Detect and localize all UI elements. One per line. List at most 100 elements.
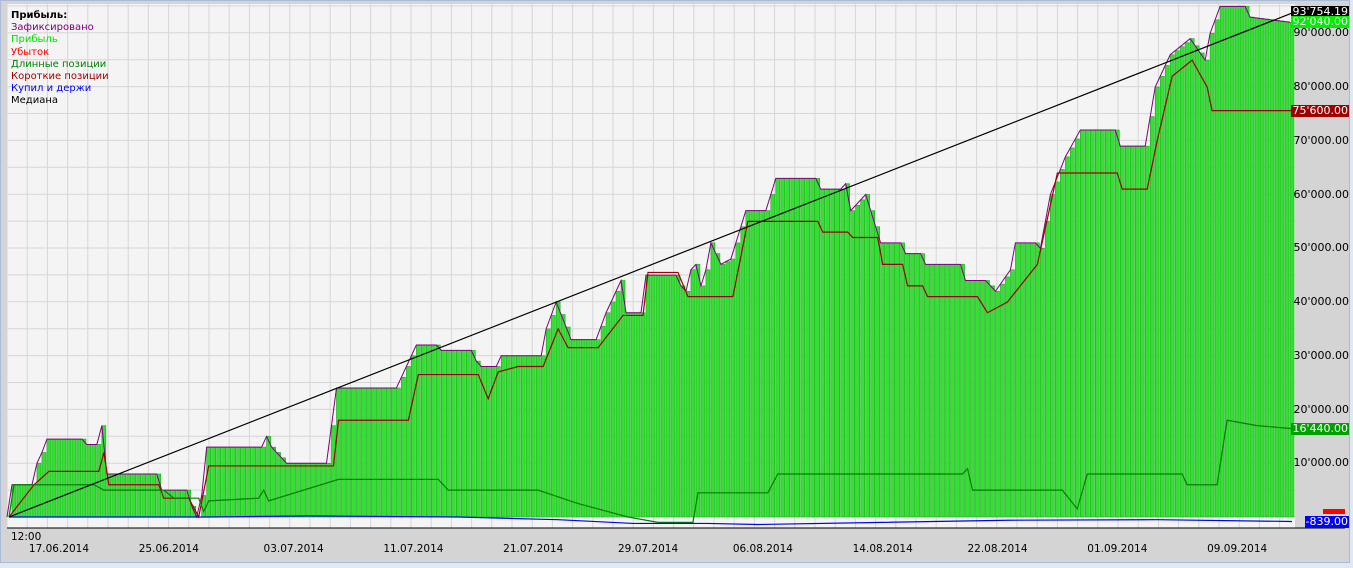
- profit-bar: [865, 194, 870, 518]
- profit-bar: [406, 366, 411, 518]
- profit-bar: [500, 355, 506, 518]
- legend-item: Убыток: [11, 46, 50, 58]
- profit-bar: [950, 264, 955, 518]
- profit-bar: [755, 210, 761, 518]
- profit-bar: [276, 452, 281, 518]
- profit-bar: [51, 438, 57, 518]
- profit-bar: [835, 188, 841, 518]
- profit-bar: [680, 285, 686, 518]
- profit-bar: [590, 339, 596, 518]
- profit-bar: [1134, 145, 1140, 518]
- y-tick-label: 80'000.00: [1293, 80, 1349, 93]
- profit-bar: [495, 366, 501, 518]
- profit-bar: [1279, 20, 1285, 518]
- profit-bar: [725, 261, 731, 518]
- profit-bar: [81, 438, 87, 518]
- profit-bar: [236, 446, 241, 518]
- profit-bar: [710, 242, 716, 518]
- profit-bar: [221, 446, 226, 518]
- profit-bar: [800, 178, 806, 518]
- profit-bar: [181, 489, 187, 518]
- profit-bar: [895, 242, 900, 518]
- profit-bar: [735, 242, 741, 518]
- profit-bar: [575, 339, 581, 518]
- x-tick-label: 21.07.2014: [503, 543, 564, 555]
- profit-bar: [525, 355, 531, 518]
- profit-bar: [775, 178, 781, 518]
- profit-bar: [416, 344, 421, 518]
- legend-title: Прибыль:: [11, 10, 68, 21]
- profit-bar: [655, 274, 661, 518]
- profit-bar: [925, 264, 930, 518]
- x-tick-label: 09.09.2014: [1207, 543, 1268, 555]
- profit-bar: [341, 387, 346, 518]
- profit-bar: [446, 350, 451, 518]
- profit-bar: [670, 274, 676, 518]
- profit-bar: [371, 387, 376, 518]
- profit-bar: [750, 210, 756, 518]
- profit-bar: [935, 264, 940, 518]
- profit-bar: [1040, 247, 1045, 518]
- legend-item: Купил и держи: [11, 83, 92, 95]
- profit-bar: [136, 473, 142, 518]
- profit-bar: [860, 199, 865, 518]
- legend-item: Длинные позиции: [11, 58, 107, 70]
- profit-bar: [910, 253, 915, 518]
- profit-bar: [1164, 65, 1170, 518]
- profit-bar: [1085, 129, 1090, 518]
- profit-bar: [261, 446, 266, 518]
- x-tick-label: 14.08.2014: [852, 543, 913, 555]
- profit-bar: [46, 438, 52, 518]
- profit-bar: [560, 314, 566, 518]
- x-tick-label: 01.09.2014: [1087, 543, 1148, 555]
- equity-chart[interactable]: [0, 0, 1353, 568]
- x-tick-label: 06.08.2014: [732, 543, 793, 555]
- y-tick-label: 70'000.00: [1293, 133, 1349, 147]
- profit-bar: [1015, 242, 1020, 518]
- profit-bar: [421, 344, 426, 518]
- profit-bar: [1154, 86, 1160, 518]
- profit-bar: [1189, 38, 1195, 518]
- profit-bar: [1010, 269, 1015, 518]
- profit-bar: [146, 473, 152, 518]
- profit-bar: [246, 446, 251, 518]
- y-tick-label: 20'000.00: [1293, 402, 1349, 416]
- profit-bar: [915, 253, 920, 518]
- profit-bar: [1075, 138, 1080, 518]
- profit-bar: [765, 210, 771, 518]
- profit-bar: [805, 178, 811, 518]
- profit-bar: [900, 242, 905, 518]
- profit-bar: [366, 387, 371, 518]
- profit-bar: [565, 326, 571, 518]
- profit-bar: [1249, 16, 1255, 518]
- profit-bar: [960, 264, 965, 518]
- profit-bar: [615, 290, 621, 518]
- profit-bar: [176, 489, 182, 518]
- profit-bar: [71, 438, 77, 518]
- profit-bar: [640, 312, 646, 518]
- profit-bar: [850, 210, 855, 518]
- profit-bar: [376, 387, 381, 518]
- profit-bar: [1114, 129, 1120, 518]
- profit-bar: [451, 350, 456, 518]
- profit-bar: [510, 355, 516, 518]
- profit-bar: [271, 446, 276, 518]
- time-label: 12:00: [11, 531, 42, 543]
- legend-item: Короткие позиции: [11, 71, 109, 83]
- profit-bar: [281, 457, 286, 518]
- profit-bar: [880, 242, 885, 518]
- profit-bar: [700, 285, 706, 518]
- profit-bar: [286, 462, 291, 518]
- profit-bar: [695, 264, 701, 518]
- profit-bar: [121, 473, 127, 518]
- x-tick-label: 25.06.2014: [138, 543, 199, 555]
- profit-bar: [346, 387, 351, 518]
- x-tick-label: 29.07.2014: [618, 543, 679, 555]
- value-label: 92'040.00: [1291, 15, 1349, 28]
- profit-bar: [1244, 6, 1250, 518]
- profit-bar: [216, 446, 221, 518]
- profit-bar: [1099, 129, 1105, 518]
- profit-bar: [645, 274, 651, 518]
- profit-bar: [785, 178, 791, 518]
- profit-bar: [1109, 129, 1115, 518]
